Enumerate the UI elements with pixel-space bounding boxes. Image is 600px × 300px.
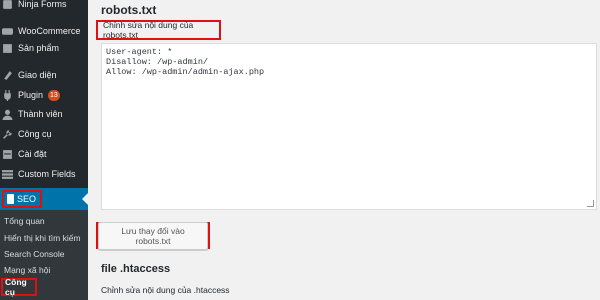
- sidebar-item-ninja-forms[interactable]: Ninja Forms: [0, 0, 88, 14]
- sidebar-item-plugin[interactable]: Plugin 13: [0, 85, 88, 105]
- settings-icon: [2, 149, 13, 160]
- current-menu-arrow: [82, 193, 88, 205]
- sidebar-item-label: Custom Fields: [18, 169, 76, 179]
- save-robots-button[interactable]: Lưu thay đổi vào robots.txt: [98, 221, 208, 250]
- appearance-icon: [2, 70, 13, 81]
- sidebar-item-label: Giao diện: [18, 70, 57, 80]
- submenu-item-search-appearance[interactable]: Hiển thị khi tìm kiếm: [4, 233, 81, 243]
- sidebar-item-products[interactable]: Sản phẩm: [0, 38, 88, 58]
- htaccess-edit-label: Chỉnh sửa nội dung của .htaccess: [101, 285, 230, 295]
- sidebar-item-custom-fields[interactable]: Custom Fields: [0, 164, 88, 184]
- sidebar-item-settings[interactable]: Cài đặt: [0, 144, 88, 164]
- update-count-badge: 13: [48, 89, 60, 101]
- sidebar-item-label: WooCommerce: [18, 26, 81, 36]
- sidebar-item-label: SEO: [17, 194, 37, 204]
- robots-textarea[interactable]: User-agent: * Disallow: /wp-admin/ Allow…: [101, 43, 597, 210]
- plugin-icon: [2, 89, 13, 101]
- woocommerce-icon: [2, 26, 13, 37]
- submenu-item-tools-active[interactable]: Công cụ: [1, 277, 37, 297]
- products-icon: [2, 43, 13, 54]
- robots-line: User-agent: *: [106, 47, 173, 57]
- ninja-forms-icon: [2, 0, 13, 10]
- admin-sidebar: Ninja Forms WooCommerce Sản phẩm Giao di…: [0, 0, 88, 300]
- sidebar-item-label: Ninja Forms: [18, 0, 67, 9]
- submenu-item-social[interactable]: Mạng xã hội: [4, 265, 50, 275]
- sidebar-item-label: Cài đặt: [18, 149, 47, 159]
- sidebar-item-label: Thành viên: [18, 109, 63, 119]
- robots-heading: robots.txt: [101, 3, 157, 17]
- users-icon: [2, 109, 13, 120]
- sidebar-item-label: Plugin: [18, 90, 44, 100]
- submenu-item-search-console[interactable]: Search Console: [4, 249, 64, 259]
- robots-edit-label-highlight: Chỉnh sửa nội dung của robots.txt: [96, 20, 221, 40]
- robots-line: Disallow: /wp-admin/: [106, 57, 209, 67]
- submenu-item-dashboard[interactable]: Tổng quan: [4, 216, 45, 226]
- tools-icon: [2, 129, 13, 140]
- resize-handle[interactable]: [587, 200, 594, 207]
- robots-edit-label: Chỉnh sửa nội dung của robots.txt: [103, 20, 194, 40]
- sidebar-item-users[interactable]: Thành viên: [0, 104, 88, 124]
- save-button-highlight: Lưu thay đổi vào robots.txt: [96, 221, 210, 250]
- yoast-icon: [7, 194, 14, 204]
- sidebar-item-label: Công cụ: [18, 129, 52, 139]
- sidebar-item-appearance[interactable]: Giao diện: [0, 65, 88, 85]
- custom-fields-icon: [2, 169, 13, 180]
- sidebar-item-label: Sản phẩm: [18, 43, 60, 53]
- robots-line: Allow: /wp-admin/admin-ajax.php: [106, 67, 265, 77]
- htaccess-heading: file .htaccess: [101, 263, 171, 275]
- seo-highlight-box[interactable]: SEO: [2, 190, 42, 208]
- sidebar-item-tools[interactable]: Công cụ: [0, 124, 88, 144]
